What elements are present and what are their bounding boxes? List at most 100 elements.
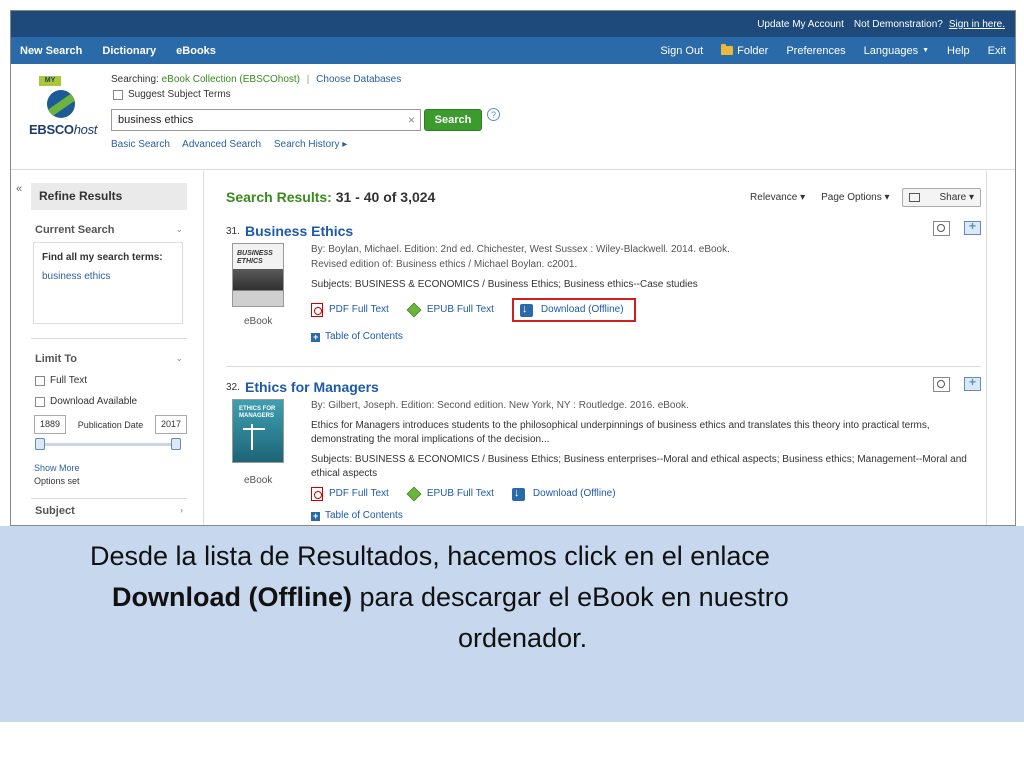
result-number: 31.	[226, 226, 240, 237]
preview-icon[interactable]	[933, 377, 950, 392]
help-link[interactable]: Help	[947, 45, 970, 57]
search-button[interactable]: Search	[424, 109, 482, 131]
utility-bar: Update My Account Not Demonstration? Sig…	[11, 11, 1015, 37]
globe-icon	[47, 90, 75, 118]
page-options-dropdown[interactable]: Page Options ▾	[821, 192, 889, 203]
search-header: MY EBSCOhost Searching: eBook Collection…	[11, 64, 1015, 170]
suggest-checkbox[interactable]	[113, 89, 123, 100]
ebook-label: eBook	[244, 475, 273, 486]
epub-full-text-link[interactable]: EPUB Full Text	[406, 302, 494, 318]
searching-line: Searching: eBook Collection (EBSCOhost) …	[111, 74, 402, 85]
date-range-slider[interactable]	[35, 437, 181, 451]
limit-to-header[interactable]: Limit To ⌄	[31, 353, 187, 365]
advanced-search-link[interactable]: Advanced Search	[182, 139, 261, 150]
pdf-full-text-link[interactable]: PDF Full Text	[311, 487, 389, 501]
result-byline: By: Gilbert, Joseph. Edition: Second edi…	[311, 400, 689, 411]
result-title-link[interactable]: Business Ethics	[245, 223, 353, 239]
expand-plus-icon: +	[311, 331, 320, 342]
result-record: 32. Ethics for Managers ETHICS FOR MANAG…	[226, 375, 981, 525]
ebsco-window: Update My Account Not Demonstration? Sig…	[10, 10, 1016, 526]
subject-header[interactable]: Subject ›	[31, 505, 187, 517]
show-more-link[interactable]: Show More	[31, 463, 187, 473]
logo-my-badge: MY	[39, 76, 61, 86]
book-cover[interactable]: BUSINESS ETHICS	[232, 243, 284, 307]
search-input[interactable]: business ethics ×	[111, 109, 421, 131]
collapse-sidebar-icon[interactable]: «	[11, 183, 27, 195]
clear-search-icon[interactable]: ×	[408, 113, 415, 127]
nav-ebooks[interactable]: eBooks	[176, 45, 216, 57]
share-button[interactable]: Share ▾	[901, 187, 981, 207]
caret-down-icon: ▼	[922, 47, 930, 54]
download-offline-link[interactable]: Download (Offline)	[511, 298, 636, 322]
pdf-full-text-link[interactable]: PDF Full Text	[311, 303, 389, 317]
current-search-box: Find all my search terms: business ethic…	[33, 242, 183, 324]
exit-link[interactable]: Exit	[988, 45, 1006, 57]
basic-search-link[interactable]: Basic Search	[111, 139, 170, 150]
folder-icon	[721, 44, 734, 55]
epub-full-text-link[interactable]: EPUB Full Text	[406, 486, 494, 502]
result-revised: Revised edition of: Business ethics / Mi…	[311, 259, 578, 270]
pdf-icon	[311, 303, 323, 317]
sign-in-link[interactable]: Sign in here.	[949, 19, 1005, 30]
table-of-contents-link[interactable]: + Table of Contents	[311, 330, 971, 344]
update-account-link[interactable]: Update My Account	[757, 19, 844, 30]
not-demo-text: Not Demonstration?	[853, 18, 943, 30]
download-icon	[519, 302, 533, 317]
results-count: Search Results: 31 - 40 of 3,024	[226, 189, 436, 205]
epub-icon	[406, 302, 422, 318]
download-offline-link[interactable]: Download (Offline)	[511, 486, 616, 501]
epub-icon	[406, 486, 422, 502]
chevron-down-icon: ⌄	[175, 224, 183, 234]
nav-dictionary[interactable]: Dictionary	[102, 45, 156, 57]
full-text-checkbox[interactable]	[35, 375, 45, 386]
year-from-input[interactable]: 1889	[34, 415, 66, 434]
relevance-sort-dropdown[interactable]: Relevance ▾	[750, 192, 805, 203]
slider-handle-end[interactable]	[171, 438, 181, 450]
slide-caption: Desde la lista de Resultados, hacemos cl…	[0, 526, 1024, 722]
book-cover[interactable]: ETHICS FOR MANAGERS	[232, 399, 284, 463]
preferences-link[interactable]: Preferences	[786, 45, 845, 57]
refine-sidebar: Refine Results Current Search ⌄ Find all …	[31, 183, 187, 517]
scales-icon	[243, 424, 267, 450]
languages-menu[interactable]: Languages ▼	[864, 45, 929, 57]
add-to-folder-icon[interactable]	[964, 219, 981, 235]
find-all-label: Find all my search terms:	[42, 252, 163, 263]
slider-handle-start[interactable]	[35, 438, 45, 450]
search-history-link[interactable]: Search History ▸	[274, 139, 347, 150]
sign-out-link[interactable]: Sign Out	[660, 45, 703, 57]
year-to-input[interactable]: 2017	[155, 415, 187, 434]
preview-icon[interactable]	[933, 221, 950, 236]
download-available-option[interactable]: Download Available	[31, 396, 187, 407]
result-summary: Ethics for Managers introduces students …	[311, 420, 930, 445]
results-header: Search Results: 31 - 40 of 3,024 Relevan…	[226, 183, 981, 211]
expand-plus-icon: +	[311, 510, 320, 521]
caption-text: Desde la lista de Resultados, hacemos cl…	[90, 541, 789, 653]
full-text-option[interactable]: Full Text	[31, 375, 187, 386]
publication-date-label: Publication Date	[77, 419, 144, 430]
current-search-term[interactable]: business ethics	[42, 271, 174, 282]
result-title-link[interactable]: Ethics for Managers	[245, 379, 379, 395]
collection-name: eBook Collection (EBSCOhost)	[161, 74, 300, 85]
download-available-checkbox[interactable]	[35, 396, 45, 407]
suggest-subject-option[interactable]: Suggest Subject Terms	[113, 89, 231, 100]
chevron-right-icon: ›	[180, 505, 183, 515]
options-set-text: Options set	[34, 476, 80, 486]
result-number: 32.	[226, 382, 240, 393]
folder-link[interactable]: Folder	[721, 44, 768, 57]
ebscohost-logo[interactable]: MY EBSCOhost	[27, 76, 103, 137]
chevron-down-icon: ⌄	[175, 353, 183, 363]
search-help-icon[interactable]: ?	[487, 108, 500, 121]
table-of-contents-link[interactable]: + Table of Contents	[311, 509, 971, 523]
current-search-header[interactable]: Current Search ⌄	[31, 224, 187, 236]
main-nav: New Search Dictionary eBooks Sign Out Fo…	[11, 37, 1015, 64]
result-subjects: Subjects: BUSINESS & ECONOMICS / Busines…	[311, 279, 698, 290]
nav-new-search[interactable]: New Search	[20, 45, 82, 57]
choose-databases-link[interactable]: Choose Databases	[316, 74, 401, 85]
result-byline: By: Boylan, Michael. Edition: 2nd ed. Ch…	[311, 244, 730, 255]
refine-results-title: Refine Results	[31, 183, 187, 210]
result-subjects: Subjects: BUSINESS & ECONOMICS / Busines…	[311, 454, 967, 479]
share-icon	[908, 192, 920, 202]
download-icon	[511, 486, 525, 501]
add-to-folder-icon[interactable]	[964, 375, 981, 391]
results-pane: Search Results: 31 - 40 of 3,024 Relevan…	[226, 183, 981, 525]
